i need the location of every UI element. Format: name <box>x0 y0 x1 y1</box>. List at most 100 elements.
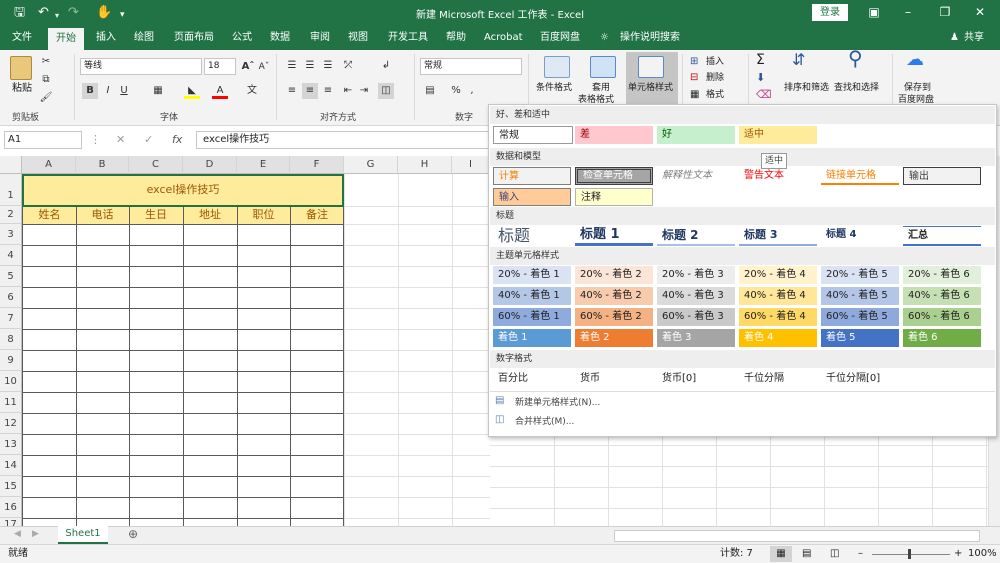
column-header[interactable]: B <box>76 156 129 174</box>
align-center-icon[interactable]: ≡ <box>302 83 318 99</box>
tab-help[interactable]: 帮助 <box>446 31 466 45</box>
ribbon-display-icon[interactable]: ▣ <box>864 4 884 20</box>
share-button[interactable]: 共享 <box>964 31 984 45</box>
italic-button[interactable]: I <box>100 83 116 99</box>
row-header[interactable]: 16 <box>0 497 22 518</box>
scroll-right-icon[interactable]: ▶ <box>32 529 39 539</box>
header-cell[interactable]: 职位 <box>237 206 290 224</box>
cell-styles-icon[interactable] <box>638 56 664 78</box>
style-20-accent-1[interactable]: 20% - 着色 1 <box>493 266 571 284</box>
style-warning[interactable]: 警告文本 <box>739 167 817 185</box>
row-header[interactable]: 17 <box>0 518 22 526</box>
style-linked-cell[interactable]: 链接单元格 <box>821 167 899 185</box>
scroll-left-icon[interactable]: ◀ <box>14 529 21 539</box>
percent-icon[interactable]: % <box>448 83 464 99</box>
login-button[interactable]: 登录 <box>812 4 848 21</box>
column-header[interactable]: H <box>398 156 452 174</box>
zoom-slider[interactable] <box>872 554 950 555</box>
grow-font-icon[interactable]: Aˆ <box>240 59 256 75</box>
style-normal[interactable]: 常规 <box>493 126 573 144</box>
close-icon[interactable]: ✕ <box>970 4 990 20</box>
tab-review[interactable]: 审阅 <box>310 31 330 45</box>
tab-home[interactable]: 开始 <box>48 28 84 50</box>
style-accent-5[interactable]: 着色 5 <box>821 329 899 347</box>
style-heading-1[interactable]: 标题 1 <box>575 226 653 246</box>
style-heading-3[interactable]: 标题 3 <box>739 226 817 246</box>
align-top-icon[interactable]: ☰ <box>284 58 300 74</box>
cancel-icon[interactable]: ✕ <box>116 133 125 146</box>
row-header[interactable]: 7 <box>0 308 22 329</box>
style-currency-0[interactable]: 货币[0] <box>657 370 735 388</box>
style-40-accent-4[interactable]: 40% - 着色 4 <box>739 287 817 305</box>
save-icon[interactable]: 🖫 <box>14 5 25 21</box>
style-40-accent-3[interactable]: 40% - 着色 3 <box>657 287 735 305</box>
cell-styles-label[interactable]: 单元格样式 <box>628 82 673 94</box>
bold-button[interactable]: B <box>82 83 98 99</box>
header-cell[interactable]: 备注 <box>290 206 344 224</box>
tell-me-search[interactable]: 操作说明搜索 <box>620 31 680 45</box>
zoom-slider-thumb[interactable] <box>908 549 911 559</box>
delete-cells-button[interactable]: 删除 <box>706 72 724 84</box>
restore-icon[interactable]: ❐ <box>935 4 955 20</box>
style-20-accent-2[interactable]: 20% - 着色 2 <box>575 266 653 284</box>
new-cell-style-item[interactable]: 新建单元格样式(N)... <box>515 395 600 408</box>
align-middle-icon[interactable]: ☰ <box>302 58 318 74</box>
row-header[interactable]: 11 <box>0 392 22 413</box>
formula-input[interactable]: excel操作技巧 <box>196 131 490 149</box>
accounting-format-icon[interactable]: ▤ <box>422 83 438 99</box>
find-select-button[interactable]: 查找和选择 <box>834 82 879 94</box>
worksheet-grid[interactable]: A B C D E F G H I 1 2 3 4 5 6 7 8 9 10 1… <box>0 156 490 526</box>
style-percent[interactable]: 百分比 <box>493 370 571 388</box>
cut-icon[interactable]: ✂ <box>38 54 54 70</box>
style-40-accent-6[interactable]: 40% - 着色 6 <box>903 287 981 305</box>
style-60-accent-3[interactable]: 60% - 着色 3 <box>657 308 735 326</box>
paste-icon[interactable] <box>10 56 32 80</box>
new-sheet-icon[interactable]: ⊕ <box>128 527 138 541</box>
find-select-icon[interactable]: ⚲ <box>848 48 863 68</box>
fill-icon[interactable]: ⬇ <box>756 72 765 84</box>
font-size-select[interactable]: 18 <box>204 58 236 75</box>
format-painter-icon[interactable]: 🖌 <box>38 90 54 106</box>
column-header[interactable]: G <box>344 156 398 174</box>
underline-button[interactable]: U <box>116 83 132 99</box>
style-accent-2[interactable]: 着色 2 <box>575 329 653 347</box>
format-cells-icon[interactable]: ▦ <box>690 89 699 101</box>
insert-cells-icon[interactable]: ⊞ <box>690 56 698 68</box>
style-20-accent-5[interactable]: 20% - 着色 5 <box>821 266 899 284</box>
page-break-view-icon[interactable]: ◫ <box>830 545 839 563</box>
header-cell[interactable]: 姓名 <box>23 206 76 224</box>
orientation-icon[interactable]: ⤱ <box>340 58 356 74</box>
tab-file[interactable]: 文件 <box>12 31 32 45</box>
wrap-text-icon[interactable]: ↲ <box>378 58 394 74</box>
style-accent-6[interactable]: 着色 6 <box>903 329 981 347</box>
row-header[interactable]: 13 <box>0 434 22 455</box>
row-header[interactable]: 8 <box>0 329 22 350</box>
style-total[interactable]: 汇总 <box>903 226 981 246</box>
share-icon[interactable]: ♟ <box>950 31 959 45</box>
page-layout-view-icon[interactable]: ▤ <box>802 545 811 563</box>
sheet-tab[interactable]: Sheet1 <box>58 526 108 544</box>
style-40-accent-5[interactable]: 40% - 着色 5 <box>821 287 899 305</box>
style-accent-1[interactable]: 着色 1 <box>493 329 571 347</box>
style-accent-4[interactable]: 着色 4 <box>739 329 817 347</box>
style-20-accent-6[interactable]: 20% - 着色 6 <box>903 266 981 284</box>
row-header[interactable]: 3 <box>0 224 22 245</box>
tab-data[interactable]: 数据 <box>270 31 290 45</box>
borders-icon[interactable]: ▦ <box>150 83 166 99</box>
style-explanatory[interactable]: 解释性文本 <box>657 167 735 185</box>
style-title[interactable]: 标题 <box>493 226 571 246</box>
style-accent-3[interactable]: 着色 3 <box>657 329 735 347</box>
style-heading-2[interactable]: 标题 2 <box>657 226 735 246</box>
style-20-accent-3[interactable]: 20% - 着色 3 <box>657 266 735 284</box>
undo-icon[interactable]: ↶ <box>38 5 49 21</box>
worksheet-grid-right[interactable] <box>490 437 997 526</box>
header-cell[interactable]: 地址 <box>183 206 237 224</box>
copy-icon[interactable]: ⧉ <box>38 72 54 88</box>
paste-button[interactable]: 粘贴 <box>12 83 32 95</box>
row-header[interactable]: 14 <box>0 455 22 476</box>
column-header[interactable]: I <box>452 156 490 174</box>
style-check-cell[interactable]: 检查单元格 <box>575 167 653 185</box>
column-header[interactable]: D <box>183 156 237 174</box>
style-calculation[interactable]: 计算 <box>493 167 571 185</box>
align-left-icon[interactable]: ≡ <box>284 83 300 99</box>
